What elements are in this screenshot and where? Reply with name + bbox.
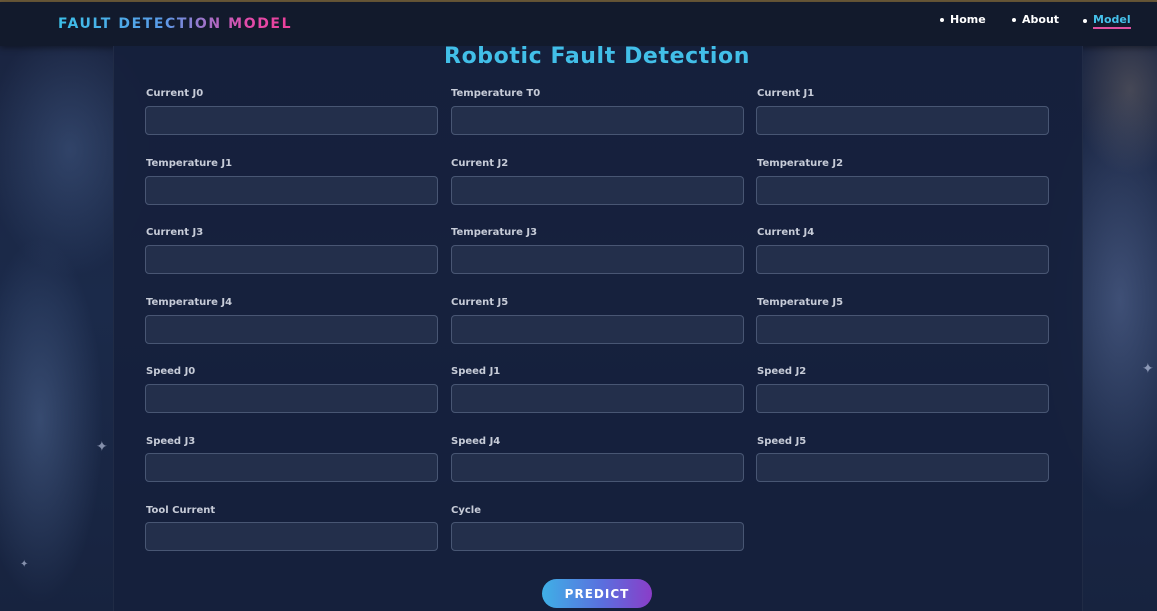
brand-logo[interactable]: FAULT DETECTION MODEL (58, 16, 292, 32)
nav-link-home-label: Home (950, 13, 986, 26)
field-label: Temperature J1 (146, 158, 233, 169)
temperature-j3-input[interactable] (451, 245, 744, 274)
current-j4-input[interactable] (756, 245, 1049, 274)
current-j0-input[interactable] (145, 106, 438, 135)
speed-j2-input[interactable] (756, 384, 1049, 413)
temperature-j4-input[interactable] (145, 315, 438, 344)
field-label: Current J4 (757, 227, 815, 238)
field-label: Speed J5 (757, 436, 807, 447)
cycle-input[interactable] (451, 522, 744, 551)
bullet-icon (940, 17, 944, 22)
field-label: Tool Current (146, 505, 216, 516)
field-label: Current J2 (451, 158, 509, 169)
field-label: Speed J3 (146, 436, 196, 447)
predict-button[interactable]: PREDICT (542, 579, 652, 608)
bullet-icon (1083, 19, 1087, 23)
nav-link-home[interactable]: Home (940, 13, 986, 26)
tool-current-input[interactable] (145, 522, 438, 551)
nav-link-about[interactable]: About (1012, 13, 1059, 26)
star-decoration: ✦ (1142, 361, 1154, 377)
temperature-j2-input[interactable] (756, 176, 1049, 205)
temperature-j5-input[interactable] (756, 315, 1049, 344)
field-label: Temperature J2 (757, 158, 844, 169)
star-decoration: ✦ (20, 559, 29, 570)
temperature-j1-input[interactable] (145, 176, 438, 205)
current-j3-input[interactable] (145, 245, 438, 274)
nav-link-model-label: Model (1093, 13, 1131, 29)
field-label: Temperature T0 (451, 88, 541, 99)
field-label: Current J1 (757, 88, 815, 99)
page-title: Robotic Fault Detection (444, 44, 750, 69)
current-j5-input[interactable] (451, 315, 744, 344)
speed-j4-input[interactable] (451, 453, 744, 482)
nav-link-about-label: About (1022, 13, 1060, 26)
field-label: Current J0 (146, 88, 204, 99)
speed-j3-input[interactable] (145, 453, 438, 482)
current-j1-input[interactable] (756, 106, 1049, 135)
speed-j0-input[interactable] (145, 384, 438, 413)
temperature-t0-input[interactable] (451, 106, 744, 135)
field-label: Speed J1 (451, 366, 501, 377)
field-label: Current J3 (146, 227, 204, 238)
current-j2-input[interactable] (451, 176, 744, 205)
navbar: FAULT DETECTION MODEL Home About Model (0, 2, 1157, 46)
field-label: Current J5 (451, 297, 509, 308)
field-label: Temperature J3 (451, 227, 538, 238)
bullet-icon (1012, 17, 1016, 22)
field-label: Cycle (451, 505, 481, 516)
field-label: Temperature J5 (757, 297, 844, 308)
field-label: Temperature J4 (146, 297, 233, 308)
field-label: Speed J4 (451, 436, 501, 447)
speed-j5-input[interactable] (756, 453, 1049, 482)
nav-link-model[interactable]: Model (1083, 13, 1131, 29)
speed-j1-input[interactable] (451, 384, 744, 413)
star-decoration: ✦ (96, 439, 108, 455)
field-label: Speed J0 (146, 366, 196, 377)
field-label: Speed J2 (757, 366, 807, 377)
